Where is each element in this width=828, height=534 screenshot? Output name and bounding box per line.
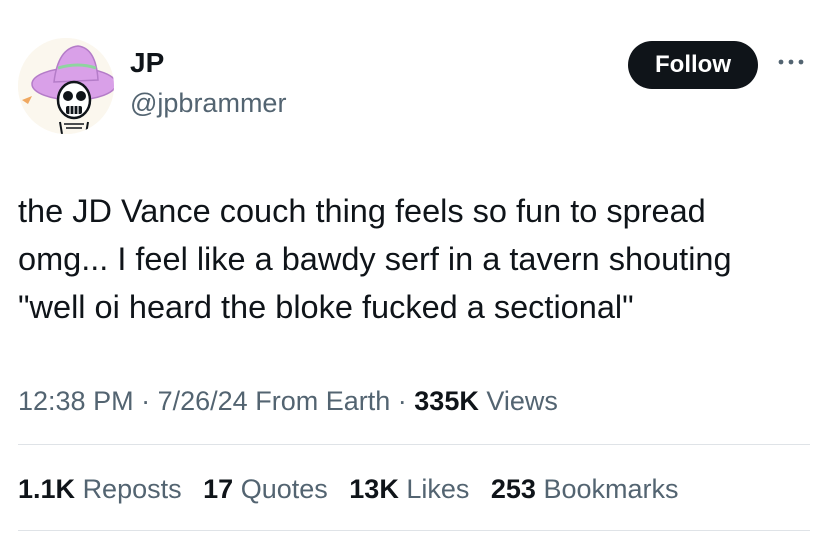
display-name[interactable]: JP	[130, 46, 164, 80]
stat-count: 17	[203, 474, 234, 504]
stat-bookmarks[interactable]: 253 Bookmarks	[491, 474, 679, 504]
engagement-stats: 1.1K Reposts 17 Quotes 13K Likes 253 Boo…	[18, 471, 693, 507]
more-horizontal-icon[interactable]	[776, 54, 806, 70]
svg-text:”: ”	[28, 123, 32, 132]
stat-label: Likes	[406, 474, 470, 504]
divider	[18, 530, 810, 531]
stat-label: Quotes	[240, 474, 328, 504]
views-count: 335K	[414, 386, 479, 416]
stat-label: Bookmarks	[543, 474, 679, 504]
cartoon-skeleton-sombrero-avatar: ”	[18, 38, 114, 134]
tweet-time[interactable]: 12:38 PM	[18, 386, 134, 416]
stat-quotes[interactable]: 17 Quotes	[203, 474, 328, 504]
meta-separator: ·	[397, 386, 407, 416]
stat-count: 253	[490, 474, 536, 504]
stat-likes[interactable]: 13K Likes	[349, 474, 469, 504]
stat-count: 13K	[349, 474, 399, 504]
follow-button[interactable]: Follow	[628, 41, 758, 89]
stat-reposts[interactable]: 1.1K Reposts	[18, 474, 182, 504]
tweet-text-line: "well oi heard the bloke fucked a sectio…	[18, 289, 634, 325]
more-dots-graphic	[778, 59, 804, 65]
stat-label: Reposts	[82, 474, 182, 504]
divider	[18, 444, 810, 445]
tweet-text-line: omg... I feel like a bawdy serf in a tav…	[18, 241, 732, 277]
avatar[interactable]: ”	[18, 38, 114, 134]
tweet-source: From Earth	[255, 386, 391, 416]
meta-separator: ·	[141, 386, 151, 416]
user-handle[interactable]: @jpbrammer	[130, 86, 286, 120]
tweet-text: the JD Vance couch thing feels so fun to…	[18, 187, 818, 331]
views-label: Views	[486, 386, 558, 416]
tweet-text-line: the JD Vance couch thing feels so fun to…	[18, 193, 706, 229]
stat-count: 1.1K	[18, 474, 76, 504]
tweet-meta: 12:38 PM · 7/26/24 From Earth · 335K Vie…	[18, 383, 558, 419]
tweet-date[interactable]: 7/26/24	[158, 386, 248, 416]
